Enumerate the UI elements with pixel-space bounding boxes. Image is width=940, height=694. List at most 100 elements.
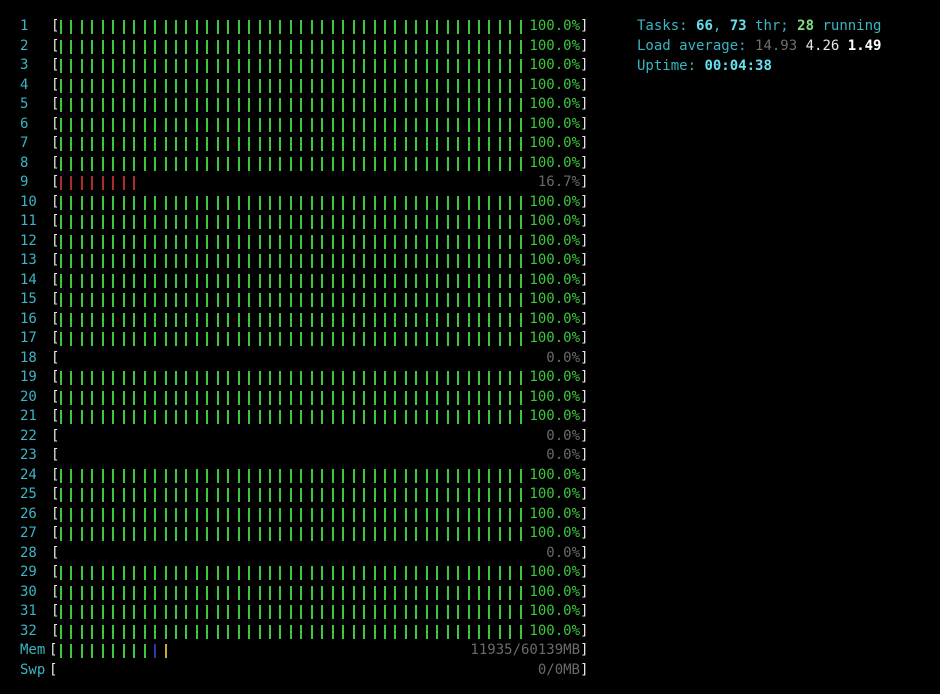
bar-segment xyxy=(227,566,230,580)
bar-segment xyxy=(289,293,292,307)
bar-segment xyxy=(467,527,470,541)
bar-segment xyxy=(509,507,512,522)
usage-value: 100.0% xyxy=(529,115,580,132)
bar-segment xyxy=(91,293,94,307)
bar-segment xyxy=(488,254,491,268)
bar-segment xyxy=(488,332,491,346)
bar-segment xyxy=(446,137,449,151)
bar-segment xyxy=(457,254,460,268)
bar-segment xyxy=(60,468,62,483)
bar-segment xyxy=(373,156,376,171)
bar-segment xyxy=(70,78,73,93)
bar-segment xyxy=(310,566,313,580)
usage-value: 100.0% xyxy=(529,622,580,639)
bar-segment xyxy=(363,332,366,346)
bar-segment xyxy=(509,254,512,268)
bar-segment xyxy=(478,624,480,639)
bar-segment xyxy=(122,605,125,619)
open-bracket: [ xyxy=(51,330,60,346)
bar-segment xyxy=(101,371,104,385)
bar-segment xyxy=(164,20,167,34)
bar-segment xyxy=(394,527,397,541)
bar-segment xyxy=(509,20,512,34)
bar-segment xyxy=(310,390,313,405)
cpu-label: 12 xyxy=(20,232,37,249)
bar-segment xyxy=(498,605,501,619)
close-bracket: ] xyxy=(580,154,589,171)
bar-segment xyxy=(101,98,104,112)
bar-segment xyxy=(425,293,428,307)
bar-segment xyxy=(174,273,177,288)
bar-segment xyxy=(436,624,439,639)
bar-segment xyxy=(195,215,198,229)
bar-segment xyxy=(164,293,167,307)
bar-segment xyxy=(227,585,230,600)
bar-segment xyxy=(352,293,355,307)
meter-label: Swp xyxy=(20,661,46,678)
bar-segment xyxy=(227,371,230,385)
bar-segment xyxy=(133,644,136,658)
bar-segment xyxy=(101,59,104,73)
bar-segment xyxy=(321,468,324,483)
bar-segment xyxy=(279,371,282,385)
bar-segment xyxy=(164,488,167,502)
bar-segment xyxy=(143,98,146,112)
usage-bar xyxy=(60,98,537,112)
bar-segment xyxy=(185,273,188,288)
usage-value: 100.0% xyxy=(529,271,580,288)
bar-segment xyxy=(164,273,167,288)
bar-segment xyxy=(404,98,407,112)
bar-segment xyxy=(174,410,177,424)
bar-segment xyxy=(321,332,324,346)
cpu-meter-row: 10 [100.0%] xyxy=(20,193,590,213)
bar-segment xyxy=(80,137,83,151)
bar-segment xyxy=(331,410,334,424)
bar-segment xyxy=(164,254,167,268)
bar-segment xyxy=(383,371,386,385)
bar-segment xyxy=(467,605,470,619)
bar-segment xyxy=(352,156,355,171)
bar-segment xyxy=(101,273,104,288)
bar-segment xyxy=(457,488,460,502)
bar-segment xyxy=(60,371,62,385)
bar-segment xyxy=(321,78,324,93)
bar-segment xyxy=(467,371,470,385)
bar-segment xyxy=(488,585,491,600)
bar-segment xyxy=(279,468,282,483)
bar-segment xyxy=(185,312,188,327)
bar-segment xyxy=(206,566,209,580)
bar-segment xyxy=(488,156,491,171)
bar-segment xyxy=(519,78,522,93)
bar-segment xyxy=(446,39,449,54)
bar-segment xyxy=(436,410,439,424)
bar-segment xyxy=(154,371,157,385)
bar-segment xyxy=(310,254,313,268)
bar-segment xyxy=(112,117,115,132)
bar-segment xyxy=(498,585,501,600)
bar-segment xyxy=(478,371,480,385)
bar-segment xyxy=(342,39,345,54)
bar-segment xyxy=(91,371,94,385)
bar-segment xyxy=(457,20,460,34)
bar-segment xyxy=(352,195,355,210)
bar-segment xyxy=(478,137,480,151)
bar-segment xyxy=(331,624,334,639)
bar-segment xyxy=(467,39,470,54)
bar-segment xyxy=(331,507,334,522)
bar-segment xyxy=(133,39,136,54)
bar-segment xyxy=(269,390,271,405)
bar-segment xyxy=(269,624,271,639)
bar-segment xyxy=(133,273,136,288)
bar-segment xyxy=(174,312,177,327)
bar-segment xyxy=(519,293,522,307)
bar-segment xyxy=(122,78,125,93)
usage-bar xyxy=(60,371,537,385)
bar-segment xyxy=(310,507,313,522)
bar-segment xyxy=(488,527,491,541)
bar-segment xyxy=(436,312,439,327)
bar-segment xyxy=(70,273,73,288)
bar-segment xyxy=(227,156,230,171)
bar-segment xyxy=(279,59,282,73)
bar-segment xyxy=(363,59,366,73)
bar-segment xyxy=(70,117,73,132)
